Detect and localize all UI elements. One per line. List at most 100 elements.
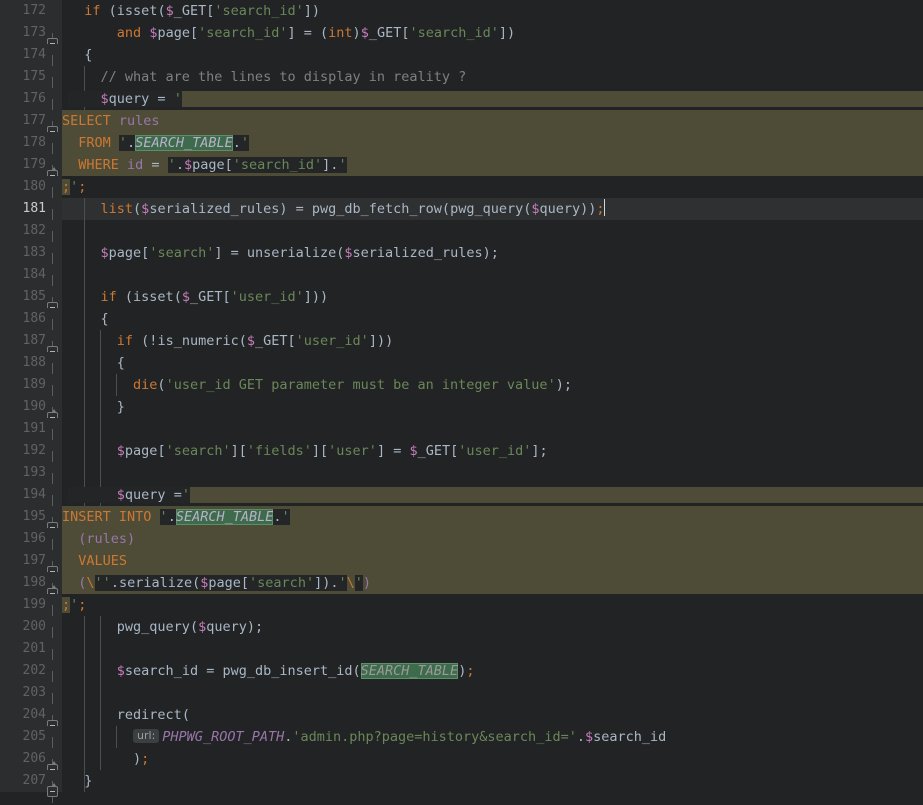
code-row[interactable]: 204 redirect( — [0, 704, 923, 737]
code-line[interactable]: { — [62, 44, 923, 66]
code-row[interactable]: 177 SELECT rules — [0, 110, 923, 143]
inline-parameter-hint[interactable]: url: — [133, 729, 160, 743]
code-line[interactable]: and $page['search_id'] = (int)$_GET['sea… — [62, 22, 923, 44]
code-row[interactable]: 178 FROM '.SEARCH_TABLE.' — [0, 132, 923, 165]
gutter[interactable]: 172 — [0, 0, 62, 22]
gutter[interactable]: 196 — [0, 528, 62, 561]
highlighted-identifier[interactable]: SEARCH_TABLE — [175, 509, 274, 525]
code-line[interactable]: { — [62, 352, 923, 374]
gutter[interactable]: 193 — [0, 462, 62, 495]
code-line[interactable]: (rules) — [62, 528, 923, 550]
code-line[interactable]: $search_id = pwg_db_insert_id(SEARCH_TAB… — [62, 660, 923, 682]
gutter[interactable]: 194 — [0, 484, 62, 517]
code-row-current[interactable]: 181 list($serialized_rules) = pwg_db_fet… — [0, 198, 923, 231]
code-row[interactable]: 186 { — [0, 308, 923, 341]
gutter[interactable]: 197 — [0, 550, 62, 583]
gutter[interactable]: 204 — [0, 704, 62, 737]
code-line[interactable]: $page['search'] = unserialize($serialize… — [62, 242, 923, 264]
code-row[interactable]: 199 ;'; — [0, 594, 923, 627]
code-row[interactable]: 193 — [0, 462, 923, 495]
fold-marker-icon[interactable] — [47, 783, 58, 797]
code-editor[interactable]: 172 if (isset($_GET['search_id']) 173 an… — [0, 0, 923, 805]
gutter[interactable]: 174 — [0, 44, 62, 77]
gutter[interactable]: 187 — [0, 330, 62, 363]
gutter[interactable]: 175 — [0, 66, 62, 99]
code-line[interactable] — [62, 220, 923, 242]
code-line[interactable] — [62, 462, 923, 484]
code-row[interactable]: 202 $search_id = pwg_db_insert_id(SEARCH… — [0, 660, 923, 693]
gutter[interactable]: 192 — [0, 440, 62, 473]
code-row[interactable]: 200 pwg_query($query); — [0, 616, 923, 649]
gutter[interactable]: 173 — [0, 22, 62, 55]
code-row[interactable]: 189 die('user_id GET parameter must be a… — [0, 374, 923, 407]
code-row[interactable]: 185 if (isset($_GET['user_id'])) — [0, 286, 923, 319]
code-row[interactable]: 207 } — [0, 770, 923, 803]
code-row[interactable]: 174 { — [0, 44, 923, 77]
code-line[interactable]: (\''.serialize($page['search']).'\') — [62, 572, 923, 594]
gutter[interactable]: 183 — [0, 242, 62, 275]
code-line[interactable]: WHERE id = '.$page['search_id'].' — [62, 154, 923, 176]
gutter[interactable]: 178 — [0, 132, 62, 165]
code-row[interactable]: 191 — [0, 418, 923, 451]
gutter[interactable]: 195 — [0, 506, 62, 539]
highlighted-identifier[interactable]: SEARCH_TABLE — [360, 663, 459, 679]
code-row[interactable]: 195 INSERT INTO '.SEARCH_TABLE.' — [0, 506, 923, 539]
code-line[interactable]: } — [62, 770, 923, 792]
code-line[interactable] — [62, 638, 923, 660]
gutter[interactable]: 201 — [0, 638, 62, 671]
code-row[interactable]: 190 } — [0, 396, 923, 429]
code-row[interactable]: 187 if (!is_numeric($_GET['user_id'])) — [0, 330, 923, 363]
code-line[interactable]: VALUES — [62, 550, 923, 572]
gutter[interactable]: 180 — [0, 176, 62, 209]
gutter[interactable]: 186 — [0, 308, 62, 341]
gutter[interactable]: 177 — [0, 110, 62, 143]
gutter[interactable]: 202 — [0, 660, 62, 693]
code-line[interactable]: SELECT rules — [62, 110, 923, 132]
code-row[interactable]: 194 $query =' — [0, 484, 923, 517]
code-line[interactable]: $query = ' — [62, 88, 923, 110]
gutter[interactable]: 185 — [0, 286, 62, 319]
code-line[interactable]: INSERT INTO '.SEARCH_TABLE.' — [62, 506, 923, 528]
code-line[interactable]: if (isset($_GET['search_id']) — [62, 0, 923, 22]
code-line[interactable]: if (isset($_GET['user_id'])) — [62, 286, 923, 308]
code-row[interactable]: 203 — [0, 682, 923, 715]
code-line[interactable] — [62, 418, 923, 440]
code-row[interactable]: 176 $query = ' — [0, 88, 923, 121]
gutter[interactable]: 188 — [0, 352, 62, 385]
code-row[interactable]: 179 WHERE id = '.$page['search_id'].' — [0, 154, 923, 187]
code-line[interactable]: pwg_query($query); — [62, 616, 923, 638]
gutter[interactable]: 176 — [0, 88, 62, 121]
code-row[interactable]: 198 (\''.serialize($page['search']).'\') — [0, 572, 923, 605]
gutter[interactable]: 189 — [0, 374, 62, 407]
gutter[interactable]: 199 — [0, 594, 62, 627]
code-row[interactable]: 182 — [0, 220, 923, 253]
code-row[interactable]: 173 and $page['search_id'] = (int)$_GET[… — [0, 22, 923, 55]
code-row[interactable]: 172 if (isset($_GET['search_id']) — [0, 0, 923, 22]
gutter[interactable]: 207 — [0, 770, 62, 803]
code-line[interactable]: die('user_id GET parameter must be an in… — [62, 374, 923, 396]
code-line[interactable]: $page['search']['fields']['user'] = $_GE… — [62, 440, 923, 462]
gutter[interactable]: 190 — [0, 396, 62, 429]
code-row[interactable]: 196 (rules) — [0, 528, 923, 561]
gutter[interactable]: 191 — [0, 418, 62, 451]
highlighted-identifier[interactable]: SEARCH_TABLE — [135, 135, 233, 151]
code-line[interactable]: { — [62, 308, 923, 330]
code-line[interactable] — [62, 264, 923, 286]
gutter[interactable]: 203 — [0, 682, 62, 715]
code-line[interactable]: if (!is_numeric($_GET['user_id'])) — [62, 330, 923, 352]
code-row[interactable]: 183 $page['search'] = unserialize($seria… — [0, 242, 923, 275]
gutter[interactable]: 205 — [0, 726, 62, 759]
code-line[interactable]: ;'; — [62, 594, 923, 616]
gutter[interactable]: 182 — [0, 220, 62, 253]
gutter[interactable]: 200 — [0, 616, 62, 649]
code-row[interactable]: 205 url: PHPWG_ROOT_PATH.'admin.php?page=… — [0, 726, 923, 759]
code-row[interactable]: 175 // what are the lines to display in … — [0, 66, 923, 99]
code-line[interactable]: ;'; — [62, 176, 923, 198]
gutter[interactable]: 184 — [0, 264, 62, 297]
code-line[interactable]: $query =' — [62, 484, 923, 506]
code-row[interactable]: 188 { — [0, 352, 923, 385]
code-line[interactable]: redirect( — [62, 704, 923, 726]
code-row[interactable]: 206 ); — [0, 748, 923, 781]
code-line[interactable]: } — [62, 396, 923, 418]
code-line[interactable] — [62, 682, 923, 704]
